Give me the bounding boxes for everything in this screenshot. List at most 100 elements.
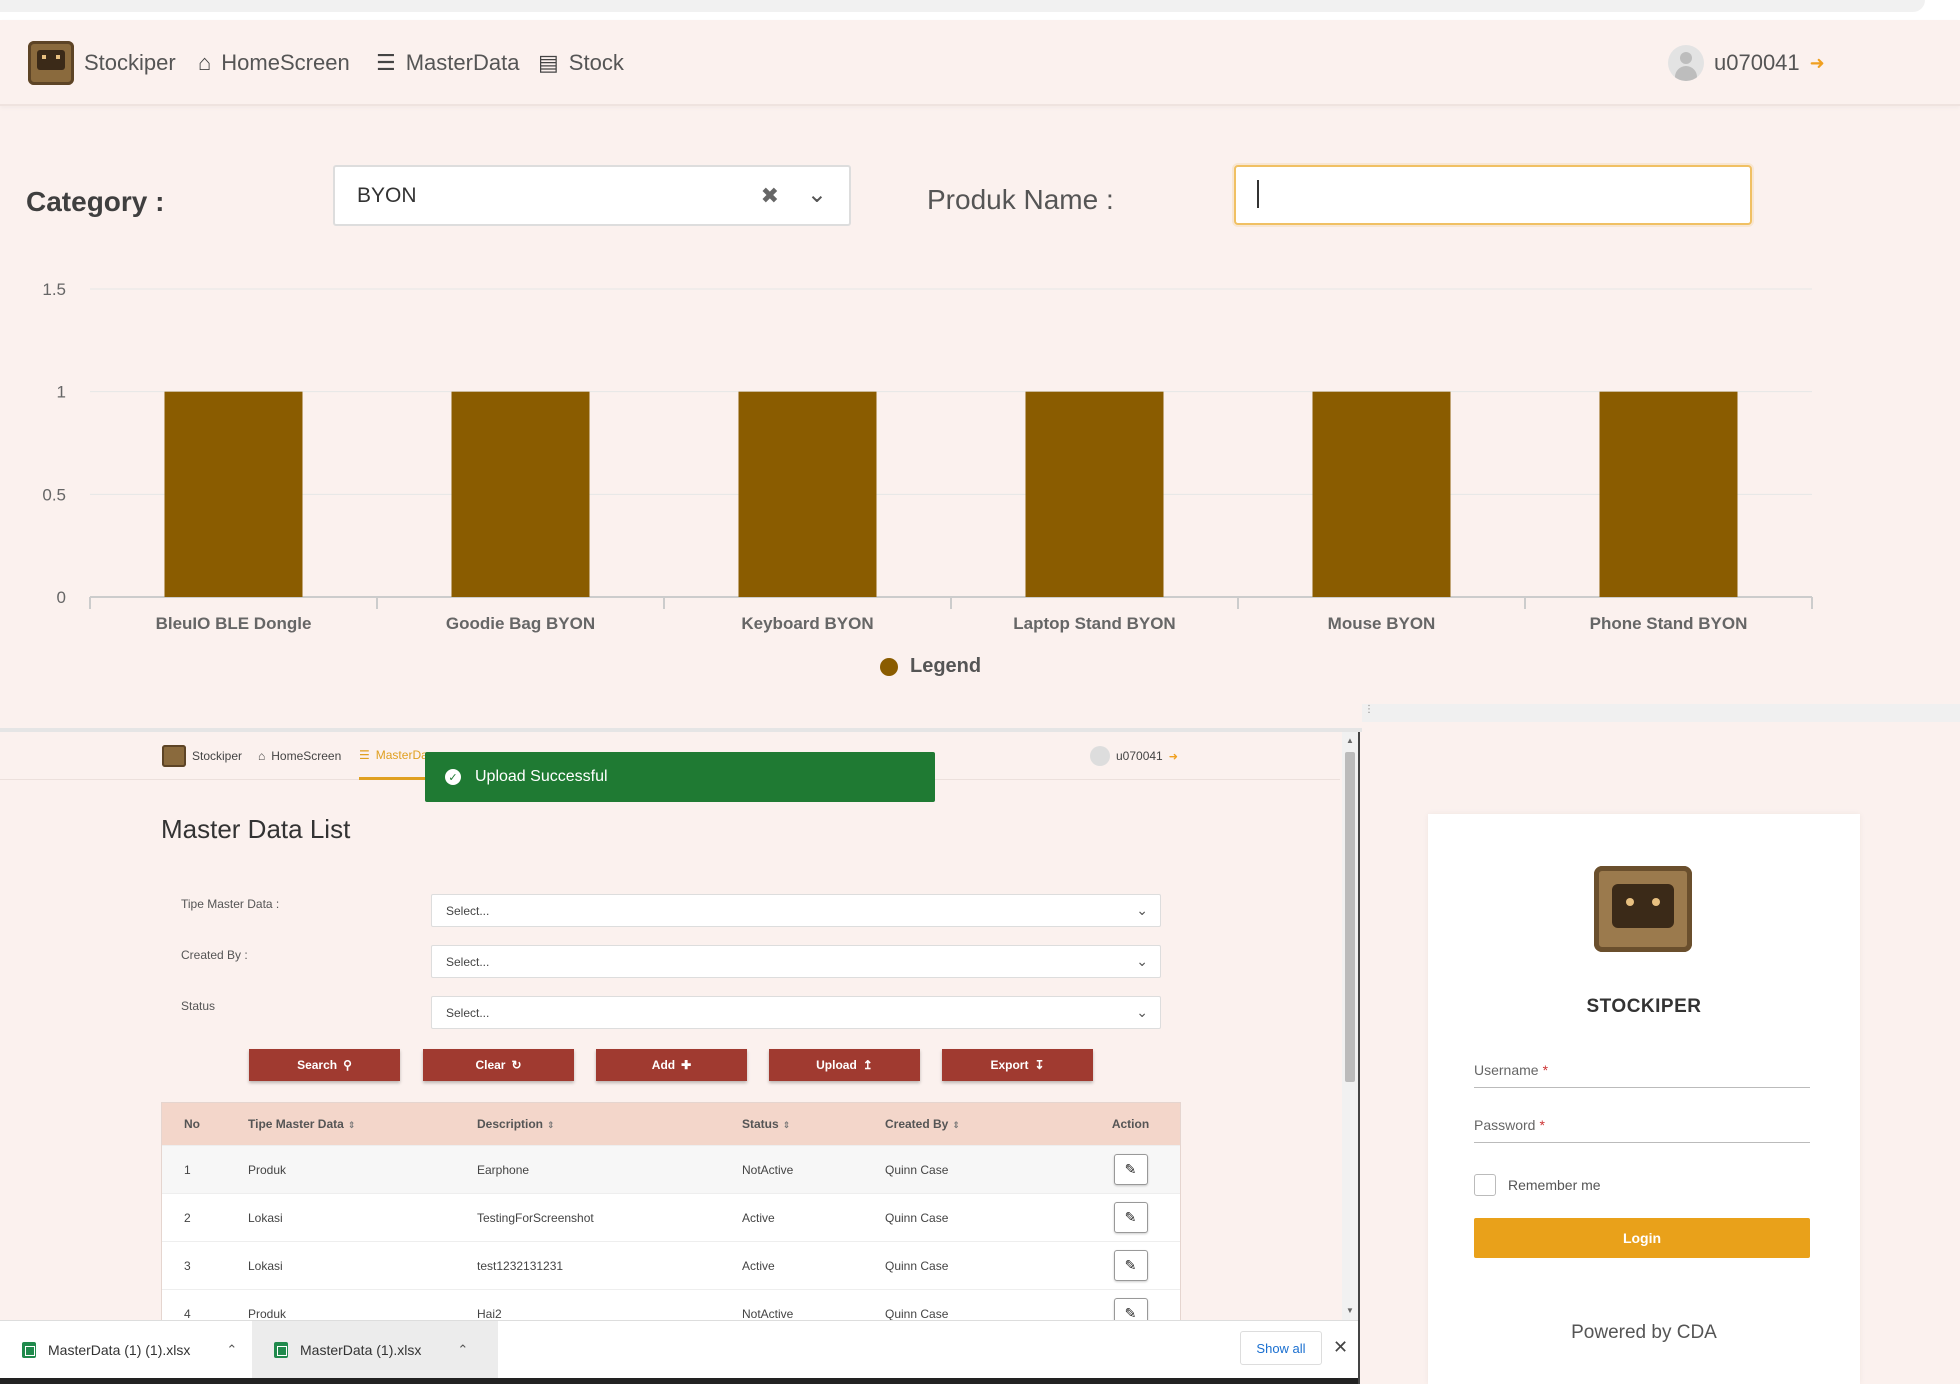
sort-icon: ⇕ <box>782 1120 791 1130</box>
add-button-label: Add <box>651 1058 676 1072</box>
login-button[interactable]: Login <box>1474 1218 1810 1258</box>
cell-status: Active <box>742 1258 775 1273</box>
top-navbar: Stockiper ⌂ HomeScreen ☰ MasterData ▤ St… <box>0 20 1960 106</box>
avatar <box>1668 45 1704 81</box>
remember-me[interactable]: Remember me <box>1474 1174 1601 1196</box>
chevron-down-icon[interactable]: ⌄ <box>807 180 827 209</box>
nav-label-masterdata-small: MasterDa <box>375 747 428 762</box>
bar <box>451 391 590 597</box>
nav-item-masterdata[interactable]: ☰ MasterData <box>376 20 519 106</box>
logout-icon[interactable]: ➜ <box>1169 750 1178 763</box>
avatar <box>1090 746 1110 766</box>
created-by-select[interactable]: Select... ⌄ <box>431 945 1161 978</box>
remember-me-checkbox[interactable] <box>1474 1174 1496 1196</box>
stockiper-logo <box>28 41 74 85</box>
toast-message: Upload Successful <box>475 768 608 785</box>
add-button[interactable]: Add ✚ <box>596 1049 747 1081</box>
nav-item-stock[interactable]: ▤ Stock <box>538 20 624 106</box>
user-menu-small[interactable]: u070041 ➜ <box>1090 732 1178 780</box>
product-name-input[interactable] <box>1234 165 1752 225</box>
login-panel: STOCKIPER Username * Password * Remember m… <box>1362 724 1960 1384</box>
cell-no: 1 <box>184 1162 191 1177</box>
scrollbar-thumb[interactable] <box>1345 752 1355 1082</box>
bar <box>1599 391 1738 597</box>
username-label: Username <box>1474 1061 1539 1078</box>
brand-name: Stockiper <box>84 50 176 75</box>
clear-button[interactable]: Clear ↻ <box>423 1049 574 1081</box>
cell-no: 3 <box>184 1258 191 1273</box>
panel-header-strip <box>1362 704 1960 722</box>
login-title: STOCKIPER <box>1586 996 1702 1017</box>
logout-icon[interactable]: ➜ <box>1810 53 1825 74</box>
bar-chart: 0 0.5 1 1.5 BleuIO BLE Dongle Goodie Bag BYON… <box>42 280 1813 633</box>
nav-label-homescreen-small: HomeScreen <box>271 749 342 763</box>
sort-icon: ⇕ <box>347 1120 356 1130</box>
pencil-icon: ✎ <box>1124 1209 1137 1225</box>
export-button[interactable]: Export ↧ <box>942 1049 1093 1081</box>
status-label: Status <box>181 999 216 1013</box>
header-created-by[interactable]: Created By ⇕ <box>885 1117 1081 1131</box>
excel-file-icon <box>22 1342 36 1358</box>
scroll-up-icon[interactable]: ▲ <box>1346 736 1354 745</box>
category-value: BYON <box>357 183 417 207</box>
cell-created-by: Quinn Case <box>885 1210 949 1225</box>
header-created-by-label: Created By <box>885 1117 949 1131</box>
x-tick-label: Laptop Stand BYON <box>1013 614 1175 633</box>
bar <box>1312 391 1451 597</box>
status-select[interactable]: Select... ⌄ <box>431 996 1161 1029</box>
table-row[interactable]: 3 Lokasi test1232131231 Active Quinn Cas… <box>162 1241 1180 1289</box>
category-label: Category : <box>26 186 165 217</box>
legend-swatch <box>880 657 898 676</box>
header-status[interactable]: Status ⇕ <box>742 1117 885 1131</box>
search-button-label: Search <box>297 1058 338 1072</box>
cell-no: 4 <box>184 1306 191 1321</box>
cell-status: Active <box>742 1210 775 1225</box>
database-icon: ☰ <box>376 50 396 75</box>
brand-link-small[interactable]: Stockiper <box>162 732 242 780</box>
brand-link[interactable]: Stockiper <box>28 20 176 106</box>
header-status-label: Status <box>742 1117 779 1131</box>
x-tick-label: Mouse BYON <box>1328 614 1436 633</box>
cell-tipe: Lokasi <box>248 1210 283 1225</box>
password-field[interactable]: Password * <box>1474 1107 1810 1143</box>
cell-status: NotActive <box>742 1306 794 1321</box>
chevron-up-icon[interactable]: ⌃ <box>457 1342 468 1358</box>
tipe-master-data-select[interactable]: Select... ⌄ <box>431 894 1161 927</box>
category-select[interactable]: BYON ✖ ⌄ <box>333 165 851 226</box>
show-all-button[interactable]: Show all <box>1240 1331 1322 1365</box>
download-item-2[interactable]: MasterData (1).xlsx ⌃ <box>252 1321 498 1379</box>
close-icon[interactable]: ✕ <box>1333 1337 1348 1358</box>
header-description[interactable]: Description ⇕ <box>477 1117 742 1131</box>
cell-created-by: Quinn Case <box>885 1306 949 1321</box>
remember-me-label: Remember me <box>1508 1177 1601 1193</box>
resize-grip-icon[interactable]: ⋮ <box>1364 704 1375 715</box>
upload-button[interactable]: Upload ↥ <box>769 1049 920 1081</box>
edit-button[interactable]: ✎ <box>1113 1250 1148 1281</box>
header-action: Action <box>1111 1117 1150 1131</box>
database-icon: ☰ <box>359 747 370 762</box>
header-tipe[interactable]: Tipe Master Data ⇕ <box>248 1117 477 1131</box>
pencil-icon: ✎ <box>1124 1257 1137 1273</box>
edit-button[interactable]: ✎ <box>1113 1154 1148 1185</box>
browser-top-strip <box>0 0 1960 20</box>
download-item-1[interactable]: MasterData (1) (1).xlsx ⌃ <box>0 1321 250 1379</box>
plus-icon: ✚ <box>681 1058 692 1072</box>
header-no: No <box>184 1117 200 1131</box>
tipe-master-data-value: Select... <box>446 903 490 918</box>
edit-button[interactable]: ✎ <box>1113 1202 1148 1233</box>
table-row[interactable]: 2 Lokasi TestingForScreenshot Active Qui… <box>162 1193 1180 1241</box>
nav-item-homescreen-small[interactable]: ⌂ HomeScreen <box>258 732 341 780</box>
chevron-up-icon[interactable]: ⌃ <box>226 1342 237 1358</box>
user-menu[interactable]: u070041 ➜ <box>1668 20 1825 106</box>
clear-icon[interactable]: ✖ <box>761 183 779 209</box>
nav-item-homescreen[interactable]: ⌂ HomeScreen <box>198 20 350 106</box>
nav-item-masterdata-small[interactable]: ☰ MasterDa <box>359 732 428 780</box>
table-row[interactable]: 1 Produk Earphone NotActive Quinn Case ✎ <box>162 1145 1180 1193</box>
product-name-label: Produk Name : <box>927 184 1114 215</box>
bar <box>164 391 303 597</box>
chart-legend[interactable]: Legend <box>880 655 981 678</box>
stockiper-logo-large <box>1594 866 1692 952</box>
scroll-down-icon[interactable]: ▼ <box>1346 1306 1354 1315</box>
search-button[interactable]: Search ⚲ <box>249 1049 400 1081</box>
username-field[interactable]: Username * <box>1474 1052 1810 1088</box>
